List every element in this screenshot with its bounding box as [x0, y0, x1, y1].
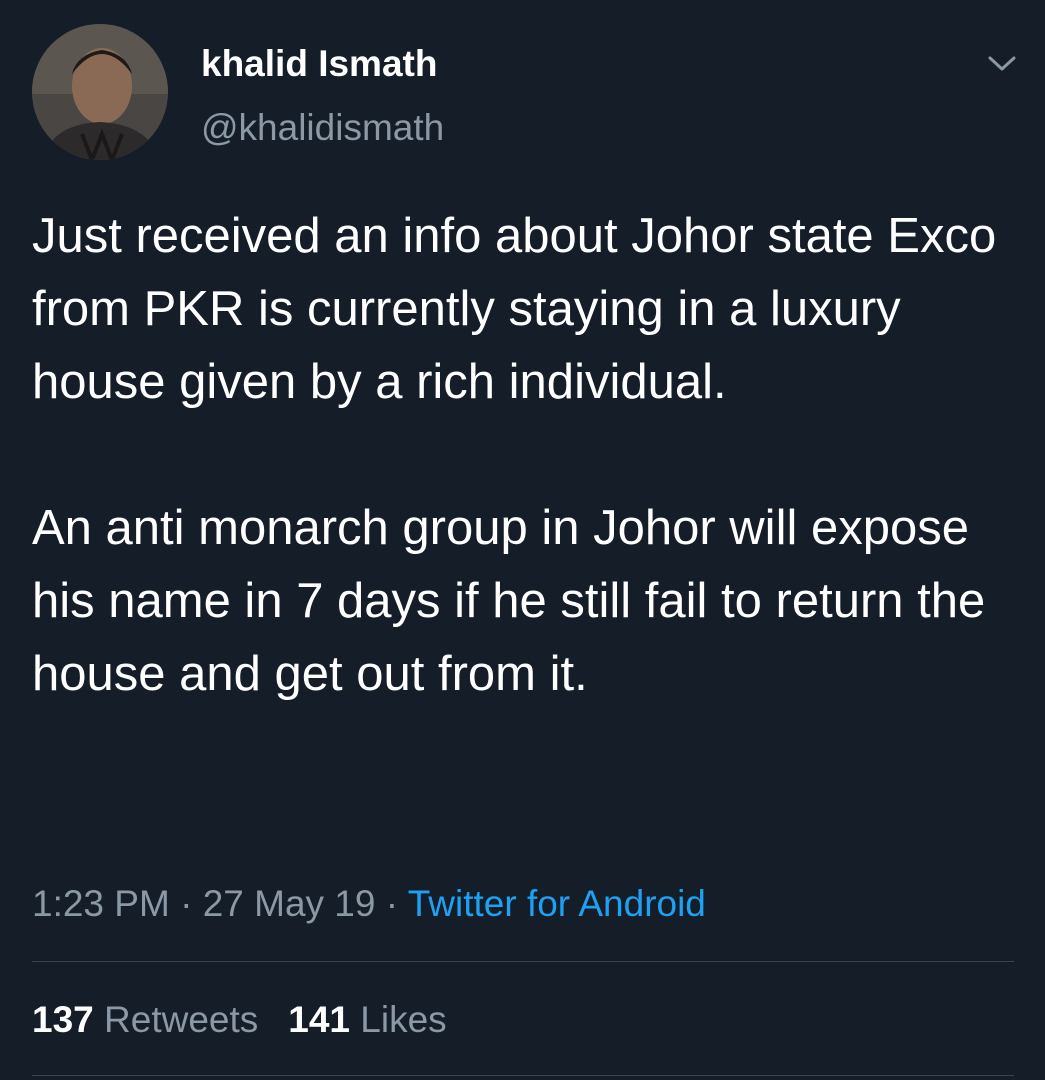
- tweet-text: Just received an info about Johor state …: [32, 200, 1022, 711]
- retweets-stat[interactable]: 137 Retweets: [32, 999, 258, 1040]
- author-handle[interactable]: @khalidismath: [201, 106, 444, 150]
- chevron-down-icon[interactable]: [984, 48, 1020, 78]
- tweet-paragraph: An anti monarch group in Johor will expo…: [32, 501, 986, 701]
- divider: [32, 961, 1014, 962]
- likes-stat[interactable]: 141 Likes: [288, 999, 446, 1040]
- meta-separator: ·: [180, 883, 193, 924]
- tweet-detail: khalid Ismath @khalidismath Just receive…: [0, 0, 1045, 1080]
- author-display-name[interactable]: khalid Ismath: [201, 42, 437, 86]
- tweet-time[interactable]: 1:23 PM: [32, 883, 170, 924]
- divider: [32, 1075, 1014, 1076]
- tweet-stats: 137 Retweets 141 Likes: [32, 996, 447, 1044]
- tweet-meta: 1:23 PM · 27 May 19 · Twitter for Androi…: [32, 880, 706, 928]
- avatar[interactable]: [32, 24, 168, 160]
- likes-label: Likes: [360, 999, 447, 1040]
- retweets-label: Retweets: [104, 999, 259, 1040]
- profile-photo-icon: [32, 24, 168, 160]
- tweet-paragraph: Just received an info about Johor state …: [32, 209, 997, 409]
- tweet-date[interactable]: 27 May 19: [203, 883, 376, 924]
- tweet-source-link[interactable]: Twitter for Android: [408, 883, 706, 924]
- retweets-count: 137: [32, 999, 94, 1040]
- likes-count: 141: [288, 999, 350, 1040]
- meta-separator: ·: [385, 883, 399, 924]
